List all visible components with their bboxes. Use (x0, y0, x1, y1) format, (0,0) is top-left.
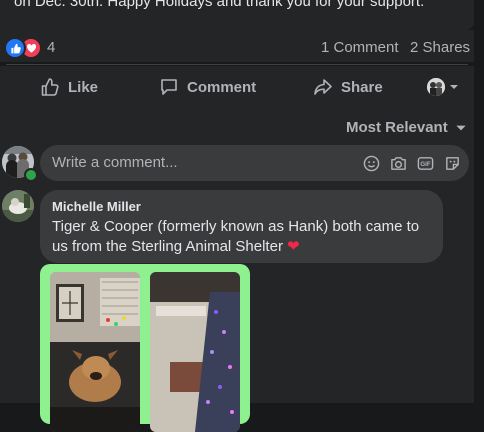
divider (6, 64, 468, 65)
composer-tools: GIF (362, 154, 461, 172)
chevron-down-icon (450, 85, 458, 89)
comments-count-link[interactable]: 1 Comment (321, 39, 399, 56)
dog-photo (50, 272, 140, 432)
sticker-icon[interactable] (443, 154, 461, 172)
gif-icon[interactable]: GIF (416, 154, 434, 172)
comment-text: Tiger & Cooper (formerly known as Hank) … (52, 217, 436, 257)
sort-label: Most Relevant (346, 119, 448, 136)
thumbs-up-icon (41, 78, 59, 96)
post-text: on Dec. 30th. Happy Holidays and thank y… (14, 0, 425, 10)
comment-input[interactable] (52, 154, 342, 171)
comment-bubble: Michelle Miller Tiger & Cooper (formerly… (40, 190, 443, 263)
comment-composer[interactable]: GIF (40, 145, 469, 181)
comment-photo-attachment[interactable] (40, 264, 250, 432)
like-reaction-icon (4, 37, 26, 59)
share-label: Share (341, 78, 383, 96)
post-card: on Dec. 30th. Happy Holidays and thank y… (0, 0, 474, 30)
avatar[interactable] (2, 190, 34, 222)
reaction-count[interactable]: 4 (47, 39, 55, 56)
comment-sort-dropdown[interactable]: Most Relevant (346, 119, 468, 136)
post-stats: 4 1 Comment 2 Shares (0, 30, 474, 62)
chevron-down-icon (456, 125, 466, 130)
share-arrow-icon (314, 79, 332, 95)
camera-icon[interactable] (389, 154, 407, 172)
share-button[interactable]: Share (313, 66, 383, 108)
like-label: Like (68, 78, 99, 96)
comment-label: Comment (187, 78, 257, 96)
like-button[interactable]: Like (40, 66, 98, 108)
online-status-dot (24, 168, 38, 182)
comment-author[interactable]: Michelle Miller (52, 199, 141, 214)
heart-emoji: ❤ (287, 238, 300, 255)
christmas-tree-photo (150, 272, 240, 432)
shares-count-link[interactable]: 2 Shares (410, 39, 470, 56)
svg-text:GIF: GIF (420, 161, 430, 168)
speech-bubble-icon (161, 79, 177, 95)
reaction-audience-selector[interactable] (427, 76, 460, 98)
smiley-icon[interactable] (362, 154, 380, 172)
comment-body: Tiger & Cooper (formerly known as Hank) … (52, 218, 420, 255)
reaction-icons[interactable] (4, 37, 44, 59)
comment-button[interactable]: Comment (159, 66, 256, 108)
avatar (427, 78, 445, 96)
action-bar: Like Comment Share (0, 66, 474, 108)
